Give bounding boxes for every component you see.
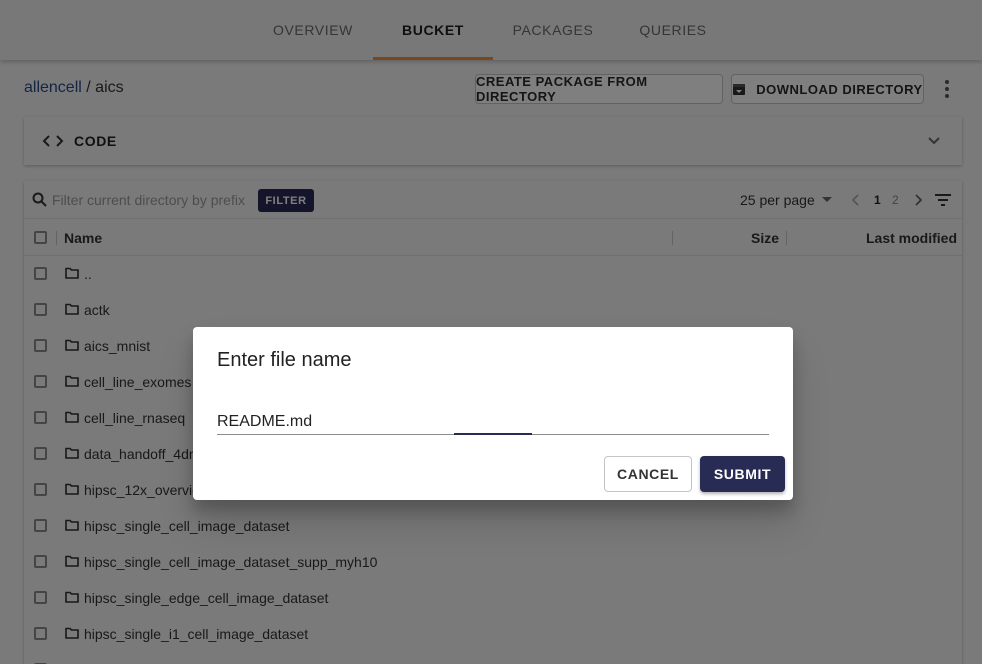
cancel-button-label: CANCEL [617,466,679,482]
input-focus-indicator [454,433,532,435]
submit-button-label: SUBMIT [713,466,772,482]
submit-button[interactable]: SUBMIT [700,456,785,492]
file-name-dialog: Enter file name CANCEL SUBMIT [193,327,793,500]
dialog-title: Enter file name [217,349,352,371]
cancel-button[interactable]: CANCEL [604,456,692,492]
file-name-input[interactable] [217,409,769,435]
